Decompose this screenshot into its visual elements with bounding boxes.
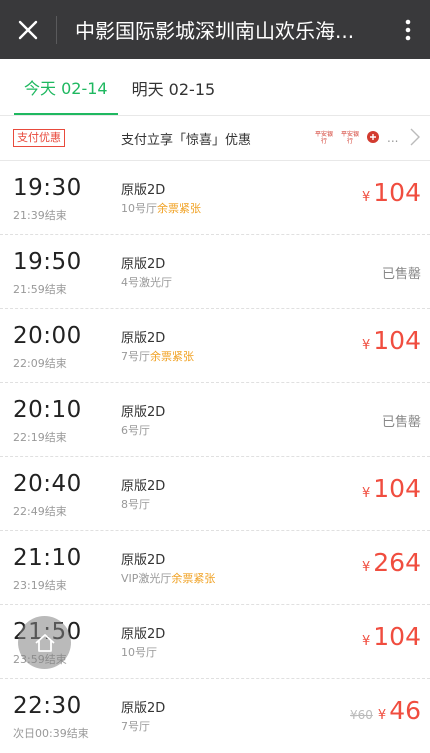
price-value: 104 (373, 178, 421, 207)
price[interactable]: ¥104 (362, 474, 421, 503)
promo-bar[interactable]: 支付优惠 支付立享「惊喜」优惠 平安银行 平安银行 ... (0, 116, 430, 161)
promo-text: 支付立享「惊喜」优惠 (121, 132, 252, 148)
hall-name: 4号激光厅 (121, 276, 172, 289)
currency-symbol: ¥ (362, 634, 371, 649)
tickets-tight-tag: 余票紧张 (171, 572, 216, 585)
version-label: 原版2D (121, 257, 166, 272)
hall-name: 7号厅 (121, 720, 150, 733)
hall-name: VIP激光厅 (121, 572, 172, 585)
hall-label: 10号厅 (121, 644, 157, 660)
bank-logos: 平安银行 平安银行 ... (313, 130, 398, 146)
end-time: 次日00:39结束 (13, 727, 89, 740)
bank-logo-icon: 平安银行 (313, 131, 335, 145)
price[interactable]: ¥264 (362, 548, 421, 577)
end-time: 22:19结束 (13, 431, 67, 444)
start-time: 21:10 (13, 545, 82, 571)
bank-seal-icon (367, 131, 379, 143)
tab-today[interactable]: 今天 02-14 (14, 61, 118, 115)
end-time: 22:49结束 (13, 505, 67, 518)
version-label: 原版2D (121, 553, 166, 568)
bank-logo-label: 平安银行 (314, 131, 333, 145)
start-time: 20:00 (13, 323, 82, 349)
session-row[interactable]: 19:50 21:59结束 原版2D 4号激光厅 已售罄 (0, 235, 430, 309)
start-time: 19:50 (13, 249, 82, 275)
hall-name: 7号厅 (121, 350, 150, 363)
price[interactable]: ¥104 (362, 178, 421, 207)
hall-label: 10号厅余票紧张 (121, 200, 201, 216)
version-label: 原版2D (121, 405, 166, 420)
currency-symbol: ¥ (362, 486, 371, 501)
version-label: 原版2D (121, 183, 166, 198)
date-tabs: 今天 02-14 明天 02-15 (0, 59, 430, 116)
hall-label: 4号激光厅 (121, 274, 172, 290)
promo-ellipsis: ... (387, 131, 399, 145)
hall-label: VIP激光厅余票紧张 (121, 570, 215, 586)
title-bar: 中影国际影城深圳南山欢乐海... (0, 0, 430, 59)
currency-symbol: ¥ (362, 338, 371, 353)
tickets-tight-tag: 余票紧张 (150, 350, 194, 363)
session-row[interactable]: 20:10 22:19结束 原版2D 6号厅 已售罄 (0, 383, 430, 457)
price-value: 264 (373, 548, 421, 577)
version-label: 原版2D (121, 701, 166, 716)
hall-label: 7号厅余票紧张 (121, 348, 194, 364)
bank-logo-label: 平安银行 (340, 131, 359, 145)
sold-out-label: 已售罄 (381, 267, 421, 282)
page-title: 中影国际影城深圳南山欢乐海... (75, 19, 355, 43)
end-time: 21:39结束 (13, 209, 67, 222)
end-time: 23:19结束 (13, 579, 67, 592)
more-vertical-icon (405, 19, 411, 40)
end-time: 22:09结束 (13, 357, 67, 370)
session-row[interactable]: 20:40 22:49结束 原版2D 8号厅 ¥104 (0, 457, 430, 531)
close-button[interactable] (0, 0, 56, 59)
price-value: 104 (373, 622, 421, 651)
currency-symbol: ¥ (362, 190, 371, 205)
start-time: 20:40 (13, 471, 82, 497)
version-label: 原版2D (121, 627, 166, 642)
price-value: 104 (373, 474, 421, 503)
sold-out-label: 已售罄 (381, 415, 421, 430)
more-button[interactable] (386, 0, 430, 59)
version-label: 原版2D (121, 479, 166, 494)
chevron-right-icon (410, 128, 420, 146)
session-row[interactable]: 21:10 23:19结束 原版2D VIP激光厅余票紧张 ¥264 (0, 531, 430, 605)
tab-tomorrow[interactable]: 明天 02-15 (122, 61, 226, 115)
price-value: 46 (389, 696, 421, 725)
session-row[interactable]: 20:00 22:09结束 原版2D 7号厅余票紧张 ¥104 (0, 309, 430, 383)
hall-name: 8号厅 (121, 498, 150, 511)
start-time: 20:10 (13, 397, 82, 423)
bank-logo-icon: 平安银行 (339, 131, 361, 145)
session-list: 19:30 21:39结束 原版2D 10号厅余票紧张 ¥104 19:50 2… (0, 161, 430, 753)
tickets-tight-tag: 余票紧张 (157, 202, 201, 215)
price[interactable]: ¥104 (362, 326, 421, 355)
currency-symbol: ¥ (362, 560, 371, 575)
currency-symbol: ¥ (377, 708, 387, 723)
start-time: 19:30 (13, 175, 82, 201)
hall-label: 7号厅 (121, 718, 150, 734)
hall-name: 6号厅 (121, 424, 150, 437)
hall-name: 10号厅 (121, 202, 157, 215)
hall-label: 6号厅 (121, 422, 150, 438)
home-float-button[interactable] (18, 616, 71, 669)
hall-label: 8号厅 (121, 496, 150, 512)
start-time: 22:30 (13, 693, 82, 719)
promo-badge: 支付优惠 (13, 129, 65, 147)
version-label: 原版2D (121, 331, 166, 346)
session-row[interactable]: 22:30 次日00:39结束 原版2D 7号厅 ¥60 ¥46 (0, 679, 430, 753)
price-value: 104 (373, 326, 421, 355)
price[interactable]: ¥104 (362, 622, 421, 651)
original-price: ¥60 (350, 708, 373, 722)
hall-name: 10号厅 (121, 646, 157, 659)
session-row[interactable]: 19:30 21:39结束 原版2D 10号厅余票紧张 ¥104 (0, 161, 430, 235)
close-icon (18, 20, 38, 39)
home-icon (34, 633, 55, 652)
end-time: 21:59结束 (13, 283, 67, 296)
price[interactable]: ¥60 ¥46 (350, 696, 421, 725)
